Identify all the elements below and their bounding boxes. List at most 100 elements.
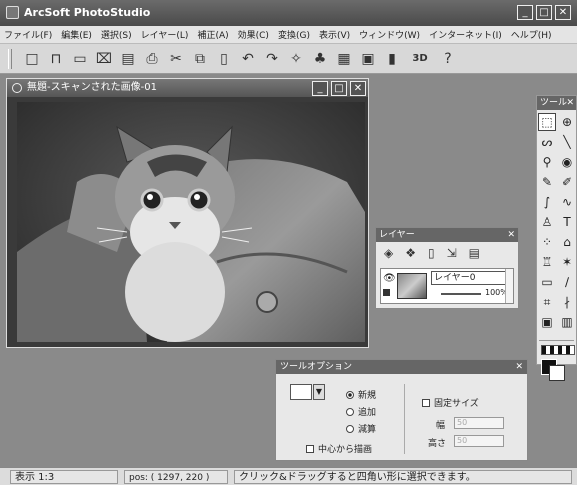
radio-indicator[interactable] [346, 424, 354, 433]
layer-scrollbar[interactable] [505, 269, 513, 303]
menu-adjust[interactable]: 補正(A) [197, 28, 228, 41]
image-close-button[interactable]: ✕ [350, 81, 366, 96]
crop-icon[interactable]: ⌗ [538, 293, 556, 311]
tool-palette-close-icon[interactable]: ✕ [566, 96, 574, 110]
option-palette-close-icon[interactable]: ✕ [515, 360, 523, 374]
magic-icon[interactable]: ✧ [286, 49, 306, 69]
maximize-button[interactable]: □ [536, 5, 552, 20]
lasso-icon[interactable]: ᔕ [538, 133, 556, 151]
image-minimize-button[interactable]: _ [312, 81, 328, 96]
radio-indicator[interactable] [346, 407, 354, 416]
photo-canvas[interactable] [17, 102, 365, 342]
print-icon[interactable]: ⎙ [142, 49, 162, 69]
status-bar: 表示 1:3 pos: ( 1297, 220 ) クリック&ドラッグすると四角… [0, 467, 577, 485]
minimize-button[interactable]: _ [517, 5, 533, 20]
main-toolbar: □ ⊓ ▭ ⌧ ▤ ⎙ ✂ ⧉ ▯ ↶ ↷ ✧ ♣ ▦ ▣ ▮ 3D ? [0, 44, 577, 74]
stamp-icon[interactable]: ♙ [538, 213, 556, 231]
sparkle-icon[interactable]: ✶ [558, 253, 576, 271]
pattern-swatch[interactable] [541, 345, 575, 355]
tool-palette-titlebar[interactable]: ツール ✕ [537, 96, 576, 110]
bucket-icon[interactable]: ⌂ [558, 233, 576, 251]
move-icon[interactable]: ⊕ [558, 113, 576, 131]
pen-icon[interactable]: ∕ [558, 273, 576, 291]
magic-wand-icon[interactable]: ⁘ [538, 233, 556, 251]
close-button[interactable]: ✕ [555, 5, 571, 20]
layer-name-field[interactable]: レイヤー0 [431, 271, 509, 285]
airbrush-icon[interactable]: ∫ [538, 193, 556, 211]
film-icon[interactable]: ▮ [382, 49, 402, 69]
zoom-icon[interactable]: ⚲ [538, 153, 556, 171]
chevron-down-icon[interactable]: ▼ [313, 384, 325, 400]
menu-internet[interactable]: インターネット(I) [429, 28, 502, 41]
acquire-icon[interactable]: ▭ [70, 49, 90, 69]
smudge-icon[interactable]: ∿ [558, 193, 576, 211]
menu-file[interactable]: ファイル(F) [4, 28, 52, 41]
layer-opacity-slider[interactable] [441, 293, 481, 295]
undo-icon[interactable]: ↶ [238, 49, 258, 69]
tool-palette: ツール ✕ ⬚ ⊕ ᔕ ╲ ⚲ ◉ ✎ ✐ ∫ ∿ ♙ T ⁘ ⌂ ♖ ✶ ▭ … [536, 95, 577, 381]
image-window-title: 無題-スキャンされた画像-01 [27, 82, 157, 93]
fixed-size-checkbox[interactable]: 固定サイズ [422, 396, 479, 409]
save-icon[interactable]: ▤ [118, 49, 138, 69]
image-maximize-button[interactable]: □ [331, 81, 347, 96]
layer-visibility-icon[interactable]: 👁 [383, 273, 396, 284]
menu-select[interactable]: 選択(S) [101, 28, 132, 41]
kitten-in-jeans-image [17, 102, 365, 342]
album-icon[interactable]: ▣ [358, 49, 378, 69]
checkbox-box[interactable] [422, 398, 430, 407]
layer-palette-title: レイヤー [379, 230, 415, 240]
selection-shape-select[interactable] [290, 384, 312, 400]
layer-merge-icon[interactable]: ⇲ [447, 246, 457, 260]
layer-delete-icon[interactable]: ▯ [428, 246, 435, 260]
background-color-swatch[interactable] [549, 365, 565, 381]
text-icon[interactable]: T [558, 213, 576, 231]
width-input[interactable]: 50 [454, 417, 504, 429]
menu-window[interactable]: ウィンドウ(W) [359, 28, 420, 41]
height-input[interactable]: 50 [454, 435, 504, 447]
brush-icon[interactable]: ✐ [558, 173, 576, 191]
copy-icon[interactable]: ⧉ [190, 49, 210, 69]
help-icon[interactable]: ? [438, 49, 458, 69]
pencil-icon[interactable]: ✎ [538, 173, 556, 191]
open-file-icon[interactable]: ⊓ [46, 49, 66, 69]
layer-lock-icon[interactable] [383, 289, 390, 296]
center-draw-checkbox[interactable]: 中心から描画 [306, 442, 372, 455]
layer-flatten-icon[interactable]: ▤ [469, 246, 480, 260]
auto-enhance-icon[interactable]: ♣ [310, 49, 330, 69]
scan-icon[interactable]: ⌧ [94, 49, 114, 69]
layer-palette-titlebar[interactable]: レイヤー ✕ [376, 228, 518, 242]
eye-icon[interactable]: ◉ [558, 153, 576, 171]
image-window-titlebar[interactable]: 無題-スキャンされた画像-01 _ □ ✕ [7, 79, 368, 97]
redo-icon[interactable]: ↷ [262, 49, 282, 69]
line-icon[interactable]: ╲ [558, 133, 576, 151]
option-palette-titlebar[interactable]: ツールオプション ✕ [276, 360, 527, 374]
clone-icon[interactable]: ♖ [538, 253, 556, 271]
layer-palette-close-icon[interactable]: ✕ [507, 228, 515, 242]
menu-view[interactable]: 表示(V) [319, 28, 350, 41]
calendar-icon[interactable]: ▦ [334, 49, 354, 69]
hint-status: クリック&ドラッグすると四角い形に選択できます。 [234, 470, 572, 484]
checkbox-box[interactable] [306, 444, 314, 453]
mode-new-radio[interactable]: 新規 [346, 388, 376, 401]
eraser-icon[interactable]: ▭ [538, 273, 556, 291]
menu-edit[interactable]: 編集(E) [61, 28, 92, 41]
paste-icon[interactable]: ▯ [214, 49, 234, 69]
layer-duplicate-icon[interactable]: ❖ [405, 246, 416, 260]
menu-layer[interactable]: レイヤー(L) [141, 28, 189, 41]
mode-add-radio[interactable]: 追加 [346, 405, 376, 418]
toolbar-grip[interactable] [8, 48, 12, 69]
3d-icon[interactable]: 3D [406, 49, 434, 69]
layer-new-icon[interactable]: ◈ [384, 246, 393, 260]
shape-icon[interactable]: ▣ [538, 313, 556, 331]
mode-subtract-radio[interactable]: 減算 [346, 422, 376, 435]
menu-transform[interactable]: 変換(G) [278, 28, 310, 41]
layer-row[interactable]: 👁 レイヤー0 100% [380, 268, 514, 304]
cut-icon[interactable]: ✂ [166, 49, 186, 69]
radio-indicator[interactable] [346, 390, 354, 399]
rect-select-icon[interactable]: ⬚ [538, 113, 556, 131]
new-file-icon[interactable]: □ [22, 49, 42, 69]
trash-icon[interactable]: ▥ [558, 313, 576, 331]
menu-help[interactable]: ヘルプ(H) [511, 28, 552, 41]
menu-effects[interactable]: 効果(C) [238, 28, 269, 41]
eyedropper-icon[interactable]: ∤ [558, 293, 576, 311]
